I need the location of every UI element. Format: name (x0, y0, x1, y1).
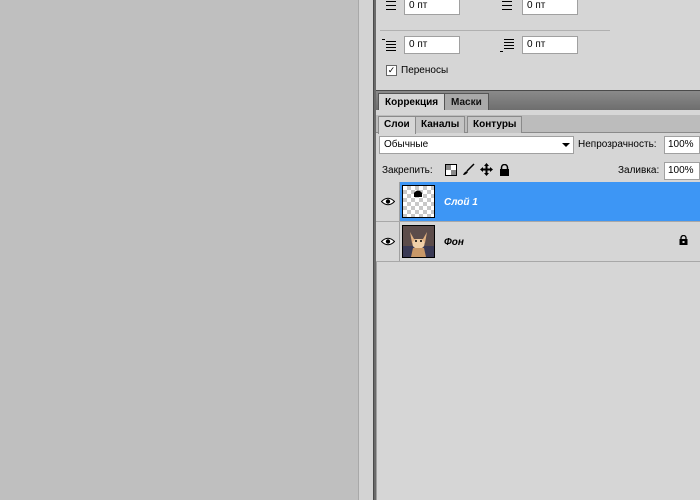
paragraph-divider (380, 30, 610, 31)
fill-input[interactable]: 100% (664, 162, 700, 180)
adjustments-tab-bar: Коррекция Маски (376, 90, 700, 111)
space-after-row: 0 пт (500, 35, 578, 55)
lock-all-icon[interactable] (498, 163, 511, 176)
tab-channels[interactable]: Каналы (415, 116, 466, 133)
indent-right-row: 0 пт (500, 0, 578, 16)
visibility-toggle[interactable] (376, 182, 400, 221)
panel-splitter[interactable] (358, 0, 374, 500)
layer-row-layer1[interactable]: Слой 1 (376, 182, 700, 222)
visibility-toggle[interactable] (376, 222, 400, 261)
lock-options (444, 163, 511, 176)
document-canvas[interactable] (0, 0, 358, 500)
indent-right-icon (500, 0, 518, 14)
layer-thumbnail (402, 185, 435, 218)
opacity-label: Непрозрачность: (578, 139, 657, 150)
blend-mode-select[interactable]: Обычные (379, 136, 574, 154)
indent-left-row: 0 пт (382, 0, 460, 16)
hyphenation-option[interactable]: ✓ Переносы (386, 65, 448, 76)
fill-label: Заливка: (618, 165, 660, 176)
hyphenation-checkbox[interactable]: ✓ (386, 65, 397, 76)
layer-name[interactable]: Слой 1 (444, 197, 478, 208)
dog-photo-thumbnail (403, 226, 434, 257)
lock-label: Закрепить: (382, 165, 433, 176)
tab-paths[interactable]: Контуры (467, 116, 523, 133)
lock-pixels-brush-icon[interactable] (462, 163, 475, 176)
layer-row-background[interactable]: Фон (376, 222, 700, 262)
layers-panel: Слои Каналы Контуры Обычные Непрозрачнос… (376, 110, 700, 500)
indent-right-input[interactable]: 0 пт (522, 0, 578, 15)
space-before-icon (382, 37, 400, 53)
layers-tab-bar: Слои Каналы Контуры (376, 115, 700, 134)
hyphenation-label: Переносы (401, 65, 449, 76)
layer-name[interactable]: Фон (444, 237, 464, 248)
layer-thumbnail (402, 225, 435, 258)
tab-adjustments[interactable]: Коррекция (378, 93, 446, 111)
paragraph-panel: 0 пт 0 пт 0 пт 0 пт ✓ Переносы (376, 0, 700, 90)
blend-mode-value: Обычные (384, 139, 429, 150)
indent-left-icon (382, 0, 400, 14)
space-before-input[interactable]: 0 пт (404, 36, 460, 54)
lock-position-move-icon[interactable] (480, 163, 493, 176)
tab-layers[interactable]: Слои (378, 116, 416, 134)
space-before-row: 0 пт (382, 35, 460, 55)
eye-icon (380, 237, 395, 246)
chevron-down-icon (562, 143, 570, 147)
indent-left-input[interactable]: 0 пт (404, 0, 460, 15)
lock-icon (679, 234, 688, 248)
space-after-icon (500, 37, 518, 53)
space-after-input[interactable]: 0 пт (522, 36, 578, 54)
tab-masks[interactable]: Маски (444, 93, 489, 111)
opacity-input[interactable]: 100% (664, 136, 700, 154)
layers-list-empty-area[interactable] (376, 262, 700, 500)
eye-icon (380, 197, 395, 206)
layer-content-thumbnail (414, 190, 422, 197)
lock-transparency-icon[interactable] (444, 163, 457, 176)
